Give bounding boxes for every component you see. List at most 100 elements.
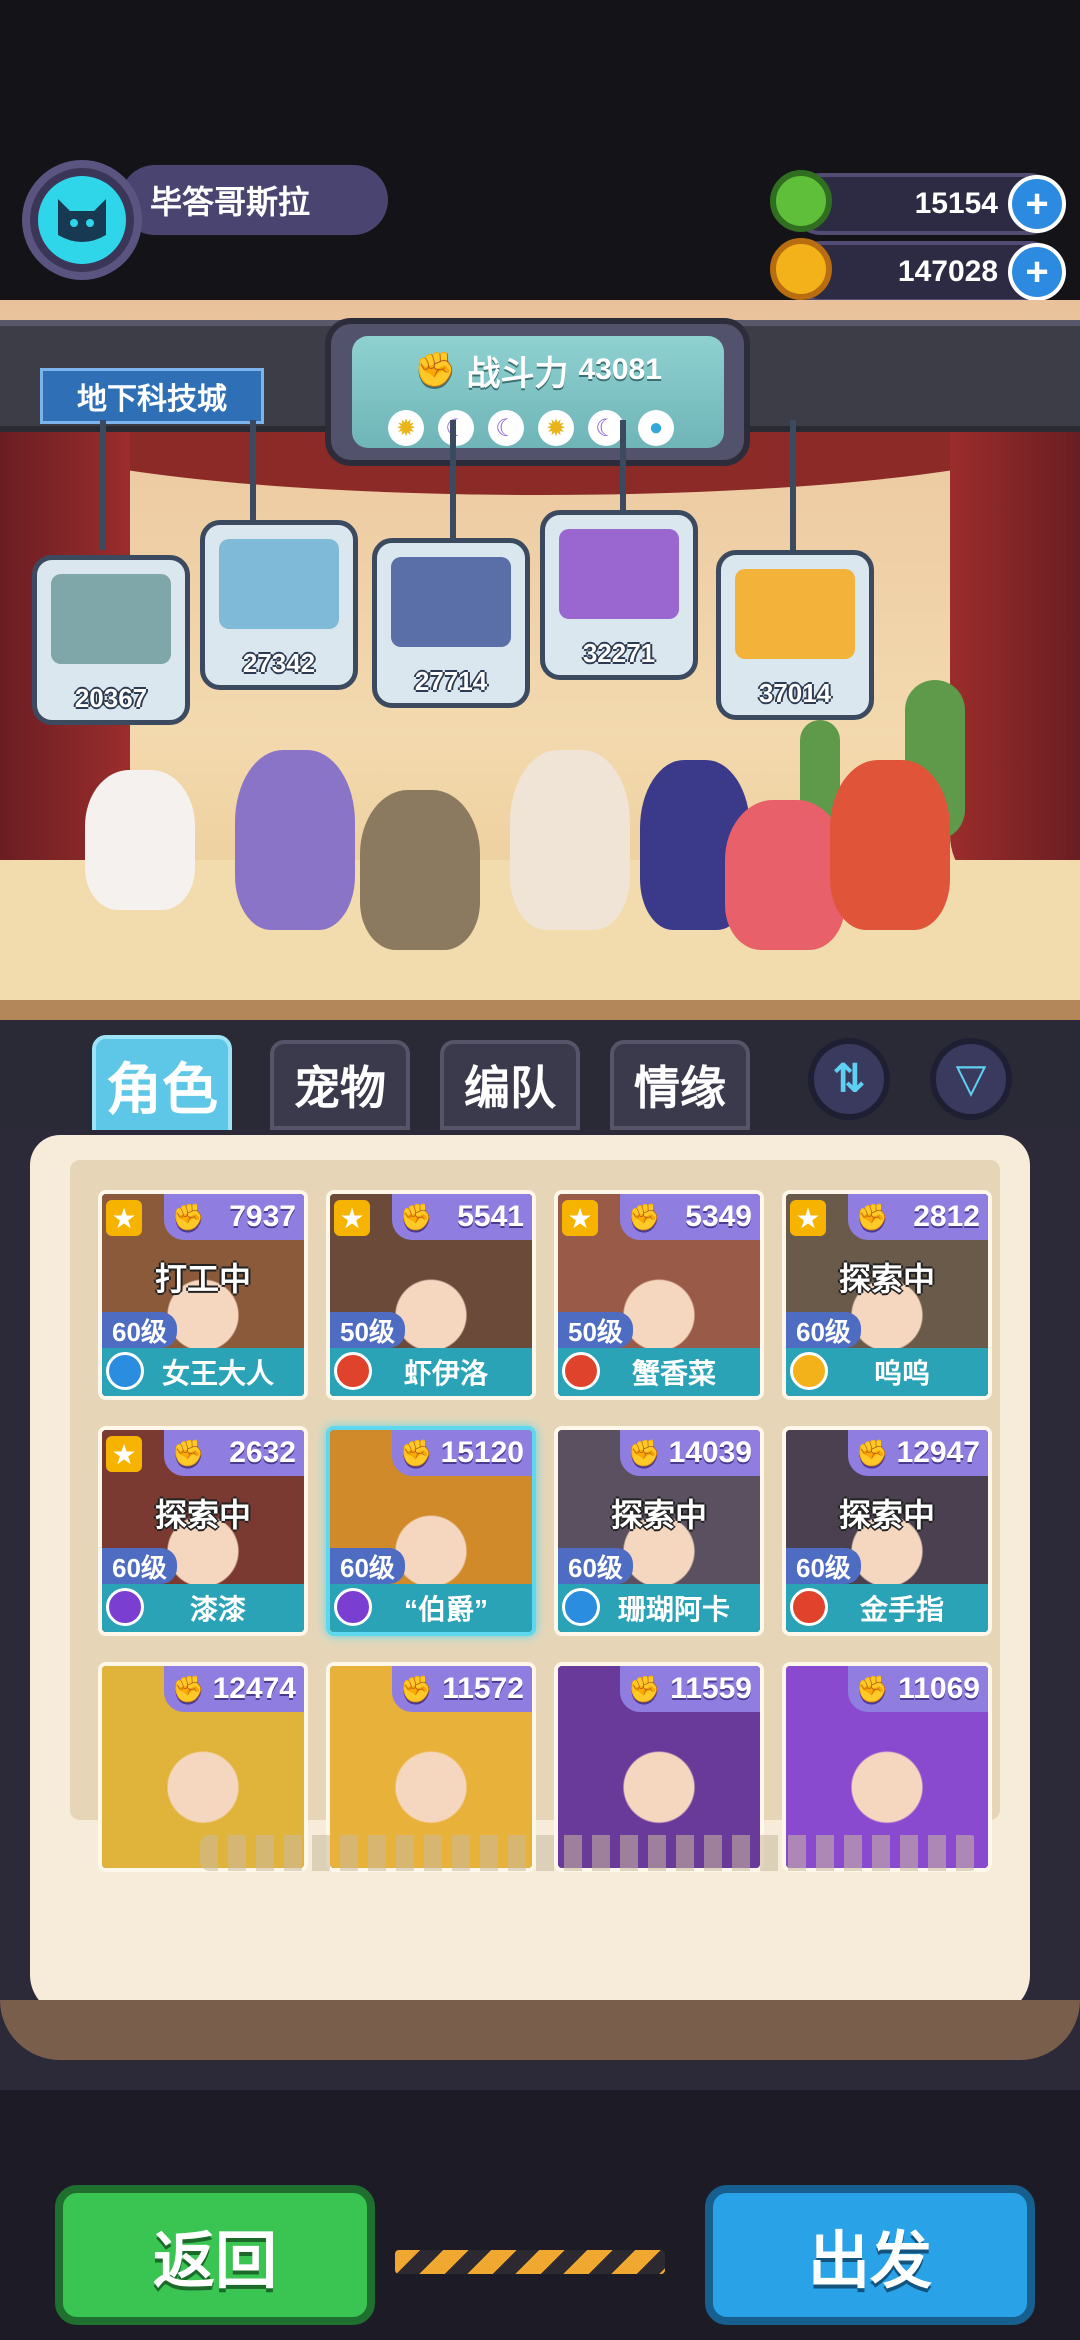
class-badge-icon: [790, 1588, 828, 1626]
character-card[interactable]: ★ ✊ 7937 打工中 60级 女王大人: [98, 1190, 308, 1400]
fist-icon: ✊: [628, 1673, 661, 1704]
class-badge-icon: [562, 1352, 600, 1390]
power-value: 7937: [229, 1200, 296, 1233]
pet-power: 37014: [758, 678, 832, 708]
pet-card[interactable]: 37014: [716, 550, 874, 720]
character-card[interactable]: ★ ✊ 5349 50级 蟹香菜: [554, 1190, 764, 1400]
stage-character[interactable]: [830, 760, 950, 930]
tab-formation[interactable]: 编队: [440, 1040, 580, 1130]
stage-character[interactable]: [725, 800, 845, 950]
star-icon: ★: [106, 1200, 142, 1236]
stage-character[interactable]: [85, 770, 195, 910]
star-icon: ★: [790, 1200, 826, 1236]
star-icon: ★: [562, 1200, 598, 1236]
power-value: 5541: [457, 1200, 524, 1233]
character-power: ✊ 2812: [848, 1194, 988, 1240]
power-value: 11559: [670, 1672, 752, 1705]
pet-card[interactable]: 20367: [32, 555, 190, 725]
depart-button[interactable]: 出发: [705, 2185, 1035, 2325]
character-power: ✊ 12947: [848, 1430, 988, 1476]
character-card[interactable]: ✊ 14039 探索中 60级 珊瑚阿卡: [554, 1426, 764, 1636]
tab-characters[interactable]: 角色: [92, 1035, 232, 1135]
character-power: ✊ 12474: [164, 1666, 304, 1712]
filter-button[interactable]: ▽: [930, 1038, 1012, 1120]
power-value: 12474: [212, 1672, 296, 1705]
coin-value: 147028: [897, 255, 998, 288]
class-badge-icon: [106, 1588, 144, 1626]
class-badge-icon: [562, 1588, 600, 1626]
moon-element-icon: ☾: [438, 410, 474, 446]
pet-card[interactable]: 27714: [372, 538, 530, 708]
stage-character[interactable]: [235, 750, 355, 930]
player-avatar[interactable]: [22, 160, 142, 280]
character-power: ✊ 7937: [164, 1194, 304, 1240]
character-power: ✊ 2632: [164, 1430, 304, 1476]
element-row: ✹ ☾ ☾ ✹ ☾ ●: [388, 410, 688, 450]
sun-element-icon: ✹: [538, 410, 574, 446]
fist-icon: ✊: [172, 1673, 205, 1704]
character-card[interactable]: ★ ✊ 2632 探索中 60级 漆漆: [98, 1426, 308, 1636]
tab-bonds[interactable]: 情缘: [610, 1040, 750, 1130]
fist-icon: ✊: [628, 1437, 661, 1468]
tab-pets[interactable]: 宠物: [270, 1040, 410, 1130]
blurred-hint-text: [200, 1835, 980, 1871]
sort-icon: ⇅: [832, 1057, 866, 1101]
hanging-string: [620, 420, 626, 520]
power-label: 战斗力: [466, 354, 569, 393]
book-edge: [0, 2000, 1080, 2060]
character-card[interactable]: ★ ✊ 2812 探索中 60级 呜呜: [782, 1190, 992, 1400]
hanging-string: [450, 420, 456, 550]
character-card[interactable]: ✊ 15120 60级 “伯爵”: [326, 1426, 536, 1636]
cat-icon: [38, 176, 126, 264]
hanging-string: [250, 420, 256, 530]
character-power: ✊ 5349: [620, 1194, 760, 1240]
character-power: ✊ 11559: [620, 1666, 760, 1712]
sort-button[interactable]: ⇅: [808, 1038, 890, 1120]
pet-card[interactable]: 32271: [540, 510, 698, 680]
curtain-right: [950, 425, 1080, 895]
fist-icon: ✊: [856, 1201, 889, 1232]
star-icon: ★: [334, 1200, 370, 1236]
power-value: 11572: [442, 1672, 524, 1705]
fist-icon: ✊: [400, 1673, 433, 1704]
class-badge-icon: [334, 1352, 372, 1390]
pet-power: 32271: [582, 638, 656, 668]
add-coin-button[interactable]: +: [1008, 243, 1066, 301]
character-level: 60级: [330, 1548, 405, 1584]
hazard-stripe: [395, 2250, 665, 2274]
fist-icon: ✊: [172, 1437, 205, 1468]
character-card[interactable]: ★ ✊ 5541 50级 虾伊洛: [326, 1190, 536, 1400]
fist-icon: ✊: [856, 1673, 889, 1704]
power-value: 2812: [913, 1200, 980, 1233]
character-card[interactable]: ✊ 12947 探索中 60级 金手指: [782, 1426, 992, 1636]
class-badge-icon: [790, 1352, 828, 1390]
hanging-string: [790, 420, 796, 550]
pet-card[interactable]: 27342: [200, 520, 358, 690]
pet-portrait: [559, 529, 679, 619]
character-level: 60级: [102, 1548, 177, 1584]
character-power: ✊ 11572: [392, 1666, 532, 1712]
character-grid: ★ ✊ 7937 打工中 60级 女王大人 ★ ✊ 5541 50级 虾伊洛 ★ ✊ 5349 50级 蟹香菜…: [70, 1160, 1000, 1872]
back-button[interactable]: 返回: [55, 2185, 375, 2325]
drop-element-icon: ●: [638, 410, 674, 446]
character-status: 探索中: [838, 1497, 935, 1533]
stage-character[interactable]: [360, 790, 480, 950]
pet-portrait: [219, 539, 339, 629]
character-level: 60级: [558, 1548, 633, 1584]
add-gem-button[interactable]: +: [1008, 175, 1066, 233]
power-value: 43081: [578, 353, 662, 386]
pet-power: 27342: [242, 648, 316, 678]
player-name[interactable]: 毕答哥斯拉: [120, 165, 388, 235]
sun-element-icon: ✹: [388, 410, 424, 446]
character-power: ✊ 15120: [392, 1430, 532, 1476]
pet-portrait: [391, 557, 511, 647]
gold-coin-icon: [770, 238, 832, 300]
fist-icon: ✊: [628, 1201, 661, 1232]
pet-power: 27714: [414, 666, 488, 696]
power-value: 11069: [898, 1672, 980, 1705]
filter-icon: ▽: [955, 1057, 987, 1101]
stage-character[interactable]: [510, 750, 630, 930]
character-status: 探索中: [154, 1497, 251, 1533]
moon-element-icon: ☾: [588, 410, 624, 446]
hanging-string: [100, 420, 106, 550]
